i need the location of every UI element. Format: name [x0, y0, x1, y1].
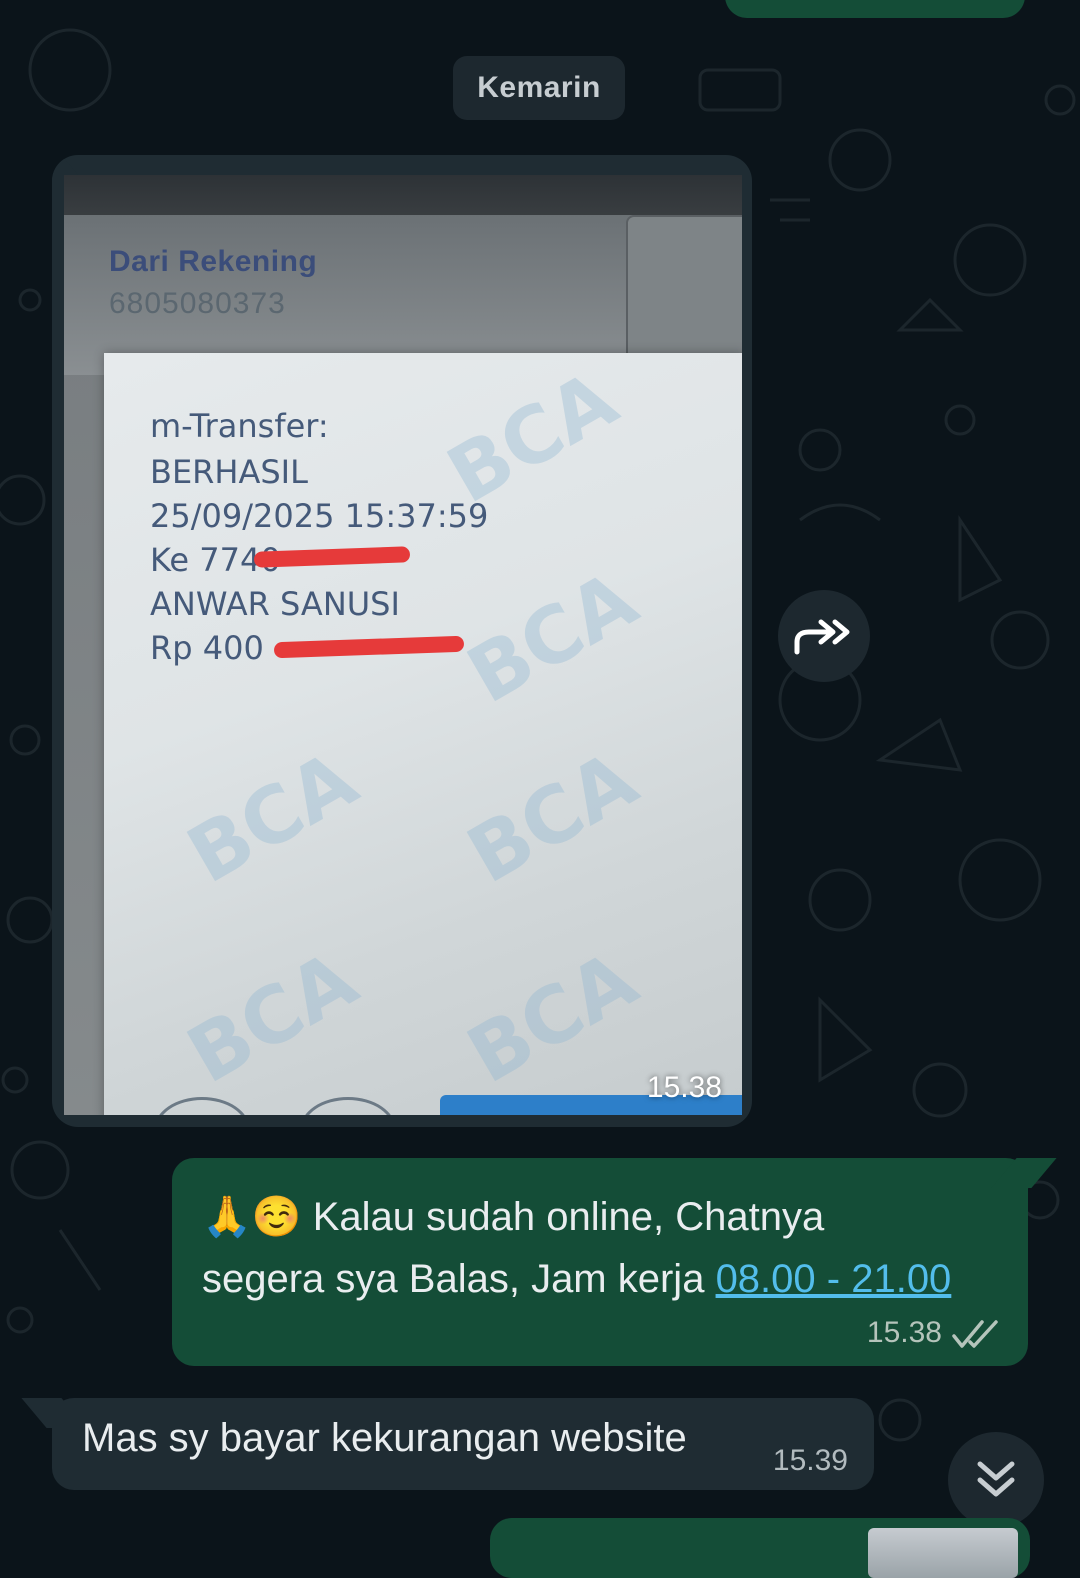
working-hours-link[interactable]: 08.00 - 21.00 [716, 1257, 952, 1301]
message-line-2: segera sya Balas, Jam kerja [202, 1257, 716, 1301]
receipt-line: Rp 400 [150, 629, 264, 667]
bca-watermark: BCA [173, 734, 372, 902]
transfer-receipt-photo[interactable]: Dari Rekening 6805080373 BCA BCA BCA BCA… [64, 175, 742, 1115]
incoming-message[interactable]: Mas sy bayar kekurangan website 15.39 [52, 1398, 874, 1490]
smiling-face-emoji: ☺️ [251, 1195, 302, 1239]
scroll-to-bottom-button[interactable] [948, 1432, 1044, 1528]
forward-arrow-icon [794, 619, 850, 655]
folded-hands-emoji: 🙏 [202, 1195, 252, 1239]
receipt-line: BERHASIL [150, 453, 308, 491]
message-text: Mas sy bayar kekurangan website [82, 1416, 687, 1460]
bca-watermark: BCA [173, 934, 372, 1102]
outgoing-message[interactable]: 🙏☺️ Kalau sudah online, Chatnya segera s… [172, 1158, 1028, 1366]
receipt-line: ANWAR SANUSI [150, 585, 400, 623]
message-text: 🙏☺️ Kalau sudah online, Chatnya segera s… [202, 1186, 992, 1310]
receipt-line: m-Transfer: [150, 407, 329, 445]
message-time: 15.38 [646, 1071, 722, 1104]
double-check-icon [952, 1320, 998, 1348]
bca-watermark: BCA [453, 734, 652, 902]
date-separator: Kemarin [453, 56, 625, 120]
previous-outgoing-bubble[interactable] [725, 0, 1025, 18]
receipt-line: 25/09/2025 15:37:59 [150, 497, 489, 535]
bca-watermark: BCA [453, 554, 652, 722]
message-line-1: Kalau sudah online, Chatnya [301, 1195, 825, 1239]
next-outgoing-image-message[interactable] [490, 1518, 1030, 1578]
photo-source-label: Dari Rekening [109, 245, 318, 278]
image-thumbnail [868, 1528, 1018, 1578]
photo-source-account: 6805080373 [109, 287, 286, 320]
image-message[interactable]: Dari Rekening 6805080373 BCA BCA BCA BCA… [52, 155, 752, 1127]
double-chevron-down-icon [977, 1461, 1015, 1497]
bca-watermark: BCA [453, 934, 652, 1102]
message-time: 15.38 [866, 1316, 942, 1349]
forward-button[interactable] [778, 590, 870, 682]
message-time: 15.39 [772, 1444, 848, 1477]
